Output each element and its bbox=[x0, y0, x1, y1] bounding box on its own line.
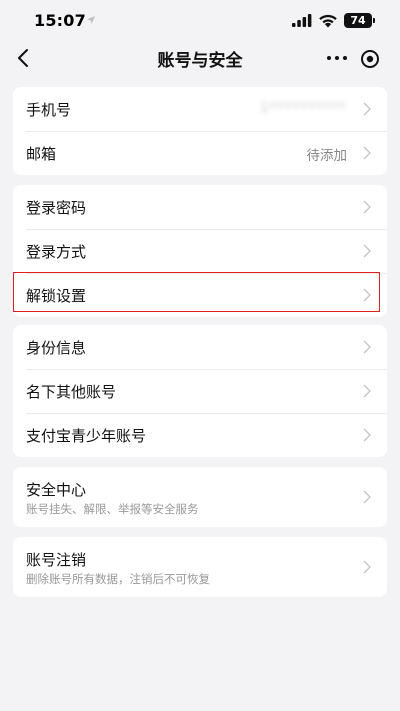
nav-bar: 账号与安全 bbox=[0, 42, 400, 74]
row-label: 解锁设置 bbox=[26, 287, 87, 305]
login-security-card: 登录密码 登录方式 解锁设置 bbox=[13, 185, 387, 317]
close-miniprogram-icon[interactable] bbox=[360, 49, 380, 69]
wifi-icon bbox=[319, 14, 337, 28]
chevron-right-icon bbox=[363, 560, 371, 574]
status-time: 15:07 bbox=[34, 11, 86, 30]
cellular-signal-icon bbox=[292, 14, 312, 27]
chevron-right-icon bbox=[363, 244, 371, 258]
row-label: 身份信息 bbox=[26, 339, 87, 357]
row-subtitle: 删除账号所有数据，注销后不可恢复 bbox=[26, 572, 210, 586]
status-bar: 15:07 74 bbox=[0, 0, 400, 42]
row-other-accounts[interactable]: 名下其他账号 bbox=[13, 369, 387, 413]
chevron-right-icon bbox=[363, 146, 371, 160]
row-label: 登录方式 bbox=[26, 243, 87, 261]
identity-card: 身份信息 名下其他账号 支付宝青少年账号 bbox=[13, 325, 387, 457]
row-label: 邮箱 bbox=[26, 145, 57, 163]
row-email[interactable]: 邮箱 待添加 bbox=[13, 131, 387, 175]
row-security-center[interactable]: 安全中心 账号挂失、解限、举报等安全服务 bbox=[13, 467, 387, 527]
security-center-card: 安全中心 账号挂失、解限、举报等安全服务 bbox=[13, 467, 387, 527]
account-cancellation-card: 账号注销 删除账号所有数据，注销后不可恢复 bbox=[13, 537, 387, 597]
phone-number-value: 1********** bbox=[259, 100, 347, 116]
row-label: 名下其他账号 bbox=[26, 383, 117, 401]
row-label: 账号注销 bbox=[26, 551, 87, 569]
row-phone-number[interactable]: 手机号 1********** bbox=[13, 87, 387, 131]
location-arrow-icon bbox=[87, 16, 95, 24]
chevron-right-icon bbox=[363, 384, 371, 398]
row-subtitle: 账号挂失、解限、举报等安全服务 bbox=[26, 502, 199, 516]
row-login-password[interactable]: 登录密码 bbox=[13, 185, 387, 229]
chevron-right-icon bbox=[363, 200, 371, 214]
battery-cap bbox=[373, 18, 375, 23]
chevron-right-icon bbox=[363, 288, 371, 302]
row-teen-account[interactable]: 支付宝青少年账号 bbox=[13, 413, 387, 457]
email-value: 待添加 bbox=[306, 148, 348, 164]
row-unlock-settings[interactable]: 解锁设置 bbox=[13, 273, 387, 317]
chevron-right-icon bbox=[363, 340, 371, 354]
row-identity-info[interactable]: 身份信息 bbox=[13, 325, 387, 369]
account-info-card: 手机号 1********** 邮箱 待添加 bbox=[13, 87, 387, 175]
row-login-method[interactable]: 登录方式 bbox=[13, 229, 387, 273]
row-account-cancellation[interactable]: 账号注销 删除账号所有数据，注销后不可恢复 bbox=[13, 537, 387, 597]
chevron-right-icon bbox=[363, 428, 371, 442]
chevron-right-icon bbox=[363, 102, 371, 116]
chevron-right-icon bbox=[363, 490, 371, 504]
row-label: 安全中心 bbox=[26, 481, 87, 499]
battery-indicator: 74 bbox=[344, 13, 372, 28]
row-label: 支付宝青少年账号 bbox=[26, 427, 147, 445]
row-label: 手机号 bbox=[26, 101, 72, 119]
more-options-icon[interactable] bbox=[326, 54, 348, 62]
row-label: 登录密码 bbox=[26, 199, 87, 217]
